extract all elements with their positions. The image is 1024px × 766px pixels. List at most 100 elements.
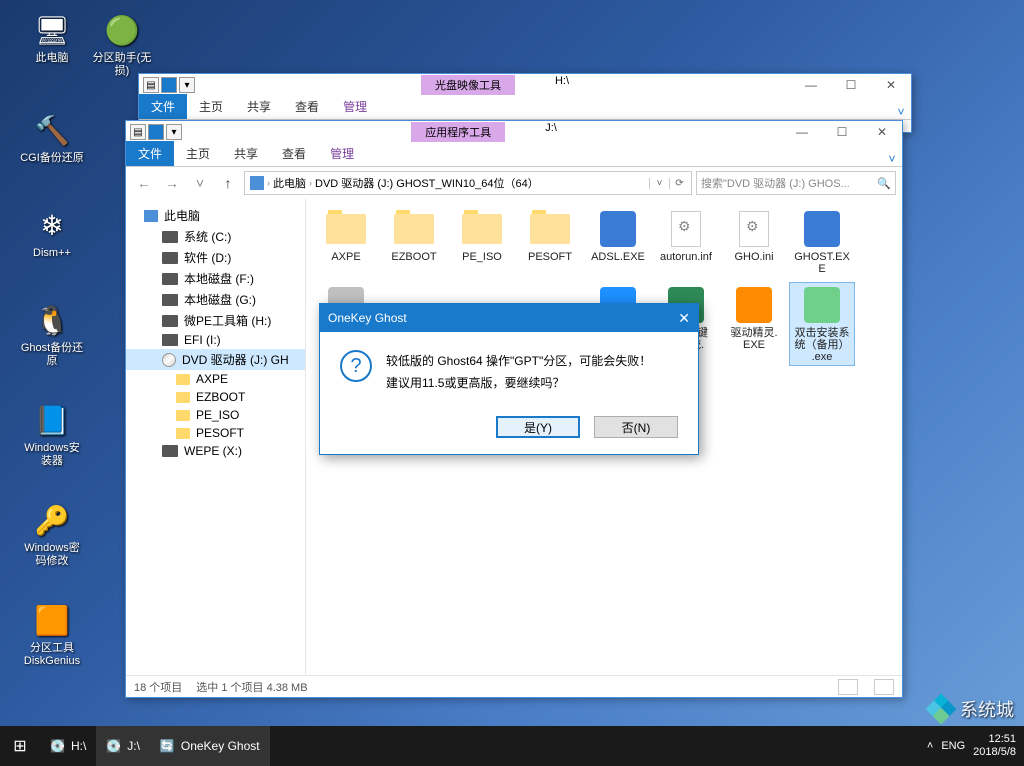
close-button[interactable]: ✕	[871, 74, 911, 96]
view-icons-button[interactable]	[874, 679, 894, 695]
search-input[interactable]: 搜索"DVD 驱动器 (J:) GHOS... 🔍	[696, 171, 896, 195]
nav-up-button[interactable]: ↑	[216, 171, 240, 195]
navigation-bar: ← → ˅ ↑ › 此电脑 › DVD 驱动器 (J:) GHOST_WIN10…	[126, 167, 902, 199]
titlebar[interactable]: ▤ ▾ 光盘映像工具 H:\ — ☐ ✕	[139, 74, 911, 96]
file-item[interactable]: PE_ISO	[450, 207, 514, 277]
breadcrumb-seg[interactable]: 此电脑	[270, 175, 309, 191]
taskbar-item[interactable]: 💽J:\	[96, 726, 150, 766]
ribbon-tab-share[interactable]: 共享	[222, 141, 270, 166]
qat-icon[interactable]	[161, 77, 177, 93]
ribbon-tab-home[interactable]: 主页	[187, 94, 235, 119]
ime-indicator[interactable]: ENG	[941, 740, 965, 752]
window-title: H:\	[555, 75, 569, 95]
icon-label: Windows密码修改	[20, 542, 84, 568]
ribbon-help-icon[interactable]: ˅	[891, 105, 911, 119]
addr-dropdown-icon[interactable]: ˅	[649, 178, 669, 189]
taskbar-item[interactable]: 🔄OneKey Ghost	[150, 726, 270, 766]
nav-history-button[interactable]: ˅	[188, 171, 212, 195]
qat-icon[interactable]: ▾	[179, 77, 195, 93]
file-item[interactable]: AXPE	[314, 207, 378, 277]
close-button[interactable]: ✕	[862, 121, 902, 143]
nav-back-button[interactable]: ←	[132, 171, 156, 195]
desktop-icon[interactable]: 🐧Ghost备份还原	[20, 300, 84, 368]
sidebar-item[interactable]: EZBOOT	[126, 388, 305, 406]
sidebar-item[interactable]: 本地磁盘 (G:)	[126, 289, 305, 310]
ribbon-help-icon[interactable]: ˅	[882, 152, 902, 166]
drive-icon	[162, 353, 176, 367]
address-bar[interactable]: › 此电脑 › DVD 驱动器 (J:) GHOST_WIN10_64位（64）…	[244, 171, 692, 195]
qat-icon[interactable]: ▾	[166, 124, 182, 140]
sidebar-item[interactable]: WEPE (X:)	[126, 442, 305, 460]
ribbon-tab-view[interactable]: 查看	[283, 94, 331, 119]
app-icon: 🐧	[32, 300, 72, 340]
desktop-icon[interactable]: 🖥此电脑	[20, 10, 84, 65]
sidebar-item[interactable]: DVD 驱动器 (J:) GH	[126, 349, 305, 370]
ribbon-tab-file[interactable]: 文件	[139, 94, 187, 119]
taskbar-item[interactable]: 💽H:\	[40, 726, 96, 766]
ribbon-tab-view[interactable]: 查看	[270, 141, 318, 166]
file-name: PESOFT	[520, 251, 580, 263]
minimize-button[interactable]: —	[782, 121, 822, 143]
nav-forward-button[interactable]: →	[160, 171, 184, 195]
file-item[interactable]: 驱动精灵.EXE	[722, 283, 786, 365]
desktop-icon[interactable]: 🔨CGI备份还原	[20, 110, 84, 165]
sidebar-item[interactable]: 微PE工具箱 (H:)	[126, 310, 305, 331]
sidebar-item[interactable]: EFI (I:)	[126, 331, 305, 349]
ribbon-tab-home[interactable]: 主页	[174, 141, 222, 166]
sidebar-item[interactable]: 软件 (D:)	[126, 247, 305, 268]
sidebar-item[interactable]: PE_ISO	[126, 406, 305, 424]
desktop-icon[interactable]: 🟢分区助手(无损)	[90, 10, 154, 78]
qat-icon[interactable]: ▤	[130, 124, 146, 140]
ribbon-tab-share[interactable]: 共享	[235, 94, 283, 119]
no-button[interactable]: 否(N)	[594, 416, 678, 438]
file-item[interactable]: GHO.ini	[722, 207, 786, 277]
refresh-icon[interactable]: ⟳	[669, 178, 689, 189]
file-name: autorun.inf	[656, 251, 716, 263]
sidebar-item[interactable]: PESOFT	[126, 424, 305, 442]
titlebar[interactable]: ▤ ▾ 应用程序工具 J:\ — ☐ ✕	[126, 121, 902, 143]
drive-icon	[162, 334, 178, 346]
dialog-close-button[interactable]: ✕	[678, 310, 690, 327]
folder-icon	[462, 214, 502, 244]
icon-label: Ghost备份还原	[20, 342, 84, 368]
watermark: 系统城	[928, 696, 1014, 722]
file-item[interactable]: autorun.inf	[654, 207, 718, 277]
file-item[interactable]: ADSL.EXE	[586, 207, 650, 277]
breadcrumb-seg[interactable]: DVD 驱动器 (J:) GHOST_WIN10_64位（64）	[312, 175, 542, 191]
sidebar-item[interactable]: 本地磁盘 (F:)	[126, 268, 305, 289]
clock[interactable]: 12:51 2018/5/8	[973, 733, 1016, 759]
desktop-icon[interactable]: 🔑Windows密码修改	[20, 500, 84, 568]
start-button[interactable]: ⊞	[0, 726, 40, 766]
app-icon: 🟧	[32, 600, 72, 640]
sidebar-item[interactable]: 此电脑	[126, 205, 305, 226]
system-tray[interactable]: ˄ ENG 12:51 2018/5/8	[919, 733, 1024, 759]
qat-icon[interactable]: ▤	[143, 77, 159, 93]
window-title: J:\	[545, 122, 557, 142]
ribbon-tab-manage[interactable]: 管理	[318, 141, 366, 166]
file-item[interactable]: 双击安装系统（备用）.exe	[790, 283, 854, 365]
context-tab: 光盘映像工具	[421, 75, 515, 95]
file-item[interactable]: GHOST.EXE	[790, 207, 854, 277]
quick-access-toolbar: ▤ ▾	[139, 77, 199, 93]
qat-icon[interactable]	[148, 124, 164, 140]
sidebar-label: AXPE	[196, 372, 228, 386]
yes-button[interactable]: 是(Y)	[496, 416, 580, 438]
sidebar-item[interactable]: AXPE	[126, 370, 305, 388]
sidebar-item[interactable]: 系统 (C:)	[126, 226, 305, 247]
desktop-icon[interactable]: 📘Windows安装器	[20, 400, 84, 468]
ribbon-tab-manage[interactable]: 管理	[331, 94, 379, 119]
dialog-message: 较低版的 Ghost64 操作"GPT"分区，可能会失败！ 建议用11.5或更高…	[386, 350, 651, 394]
tray-chevron-icon[interactable]: ˄	[927, 740, 933, 752]
view-details-button[interactable]	[838, 679, 858, 695]
desktop-icon[interactable]: 🟧分区工具DiskGenius	[20, 600, 84, 668]
ribbon-tab-file[interactable]: 文件	[126, 141, 174, 166]
dialog-titlebar[interactable]: OneKey Ghost ✕	[320, 304, 698, 332]
desktop-icon[interactable]: ❄Dism++	[20, 205, 84, 260]
status-count: 18 个项目	[134, 679, 182, 695]
maximize-button[interactable]: ☐	[831, 74, 871, 96]
maximize-button[interactable]: ☐	[822, 121, 862, 143]
file-item[interactable]: PESOFT	[518, 207, 582, 277]
file-item[interactable]: EZBOOT	[382, 207, 446, 277]
drive-icon	[176, 374, 190, 385]
minimize-button[interactable]: —	[791, 74, 831, 96]
